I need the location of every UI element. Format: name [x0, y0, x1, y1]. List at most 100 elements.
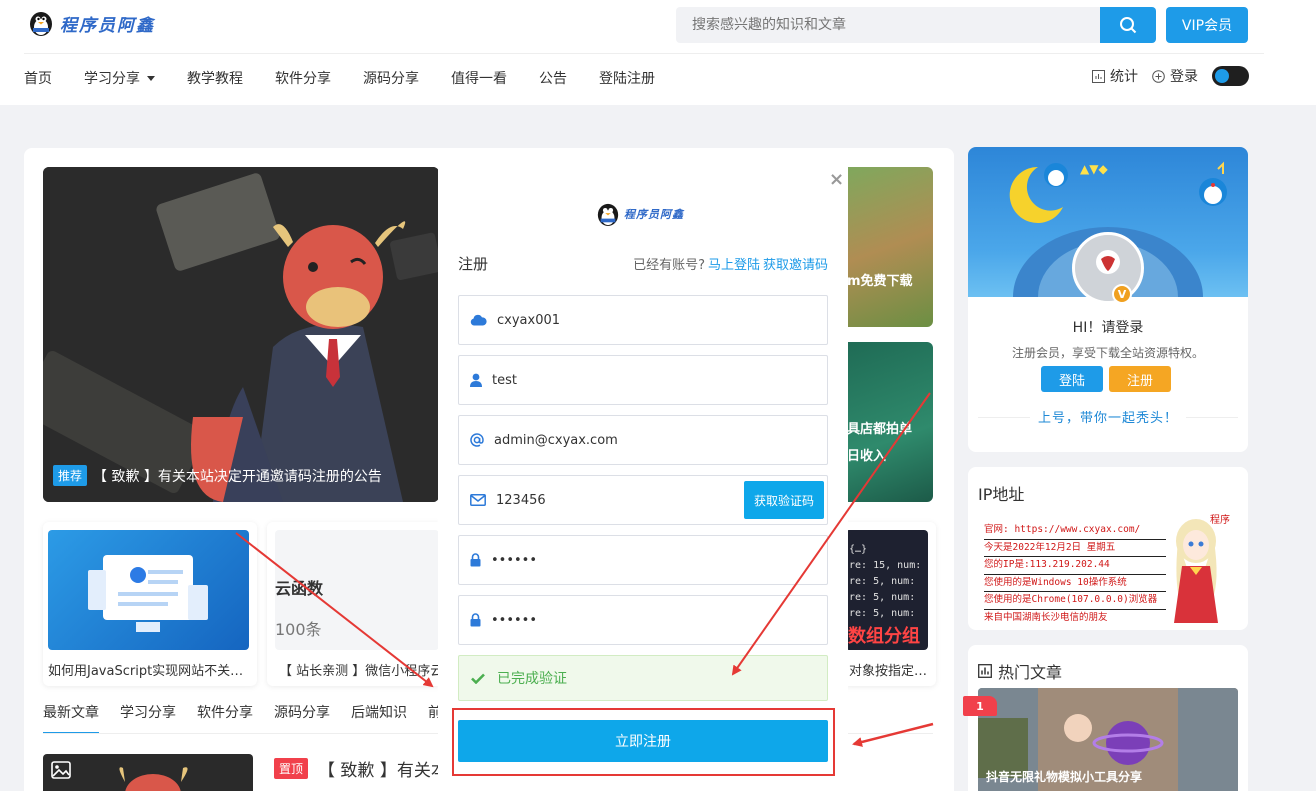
search-button[interactable] [1100, 7, 1156, 43]
pinned-tag: 置顶 [274, 758, 309, 779]
hot-article-caption: 抖音无限礼物模拟小工具分享 [986, 770, 1143, 784]
post-title-row[interactable]: 置顶 【 致歉 】有关本 [274, 756, 448, 781]
ip-line: 官网: https://www.cxyax.com/ [984, 522, 1166, 540]
invite-code-field[interactable] [458, 295, 828, 345]
hero-caption[interactable]: 推荐 【 致歉 】有关本站决定开通邀请码注册的公告 [53, 465, 382, 486]
login-now-link[interactable]: 马上登陆 [708, 258, 760, 273]
nav-item-worth[interactable]: 值得一看 [451, 68, 507, 88]
mini-post-3-img-text: 数组分组 [848, 626, 920, 647]
vip-badge: V [1112, 284, 1132, 304]
mini-post-2-img-line2: 100条 [275, 620, 322, 639]
email-input[interactable] [494, 432, 714, 448]
ip-line: 您的IP是:113.219.202.44 [984, 557, 1166, 575]
captcha-verified[interactable]: 已完成验证 [458, 655, 828, 701]
lock-icon [470, 613, 481, 627]
password-field[interactable] [458, 535, 828, 585]
invite-code-input[interactable] [497, 312, 717, 328]
stats-link[interactable]: 统计 [1092, 66, 1138, 86]
post-title: 【 致歉 】有关本 [318, 761, 448, 781]
at-icon [470, 433, 484, 447]
image-icon [51, 761, 71, 779]
login-subtitle: 注册会员，享受下载全站资源特权。 [1011, 346, 1204, 360]
vip-button[interactable]: VIP会员 [1166, 7, 1248, 43]
user-avatar[interactable] [1072, 232, 1144, 304]
slogan: 上号，带你一起秃头！ [968, 407, 1248, 426]
verify-code-field[interactable]: 获取验证码 [458, 475, 828, 525]
ip-card-title: IP地址 [978, 485, 1025, 504]
nav-label: 公告 [539, 71, 567, 87]
tab-latest[interactable]: 最新文章 [43, 702, 99, 734]
nav-item-tutorials[interactable]: 教学教程 [187, 68, 243, 88]
theme-toggle[interactable] [1212, 66, 1249, 86]
mini-post-card-3[interactable]: {…} re: 15, num: re: 5, num: re: 5, num:… [845, 522, 936, 686]
post-thumbnail[interactable] [43, 754, 253, 791]
nav-item-home[interactable]: 首页 [24, 68, 52, 88]
password-confirm-input[interactable] [491, 612, 711, 628]
tab-source[interactable]: 源码分享 [274, 702, 330, 734]
hot-rank-badge: 1 [963, 696, 997, 716]
side-banner-2[interactable]: 具店都拍单 日收入 [845, 342, 933, 502]
get-invite-link[interactable]: 获取邀请码 [763, 258, 828, 273]
login-link[interactable]: 登录 [1152, 66, 1198, 86]
anime-girl-illustration: 程序 [1168, 511, 1236, 623]
nav-item-login-register[interactable]: 登陆注册 [599, 68, 655, 88]
username-input[interactable] [492, 372, 712, 388]
side-banner-1[interactable]: m免费下载 [845, 167, 933, 327]
tab-backend[interactable]: 后端知识 [351, 702, 407, 734]
wordpress-monitor-illustration [88, 555, 208, 632]
checkmark-icon [471, 673, 485, 684]
nav-item-learning[interactable]: 学习分享 [84, 68, 155, 88]
nav-item-source[interactable]: 源码分享 [363, 68, 419, 88]
password-confirm-field[interactable] [458, 595, 828, 645]
side-banner-2-line1: 具店都拍单 [847, 422, 913, 437]
hero-illustration [43, 167, 439, 502]
nav-label: 学习分享 [84, 71, 140, 87]
modal-links: 已经有账号? 马上登陆 获取邀请码 [633, 254, 828, 273]
register-modal: × 程序员阿鑫 注册 已经有账号?马上登陆获取邀请码 获取验证码 [438, 155, 848, 791]
chart-icon [1092, 69, 1105, 83]
profile-login-button[interactable]: 登陆 [1041, 366, 1103, 392]
ip-info-lines: 官网: https://www.cxyax.com/ 今天是2022年12月2日… [984, 522, 1166, 627]
has-account-text: 已经有账号? [633, 258, 705, 273]
login-label: 登录 [1170, 69, 1198, 85]
cloud-icon [470, 314, 487, 326]
slogan-text: 上号，带你一起秃头！ [1029, 411, 1186, 426]
get-code-button[interactable]: 获取验证码 [744, 481, 824, 519]
verify-code-input[interactable] [496, 492, 716, 508]
mini-post-image-2: 云函数 100条 [275, 530, 439, 650]
ip-line: 您使用的是Windows 10操作系统 [984, 575, 1166, 592]
email-field[interactable] [458, 415, 828, 465]
mini-post-card-2[interactable]: 云函数 100条 【 站长亲测 】微信小程序云开 [267, 522, 439, 686]
close-icon[interactable]: × [829, 169, 844, 190]
header-divider [24, 53, 1264, 54]
search-input[interactable] [676, 7, 1100, 43]
plus-circle-icon [1152, 69, 1165, 83]
hero-slider[interactable]: 推荐 【 致歉 】有关本站决定开通邀请码注册的公告 [43, 167, 439, 502]
ip-side-text: 程序 [1210, 515, 1230, 526]
lock-icon [470, 553, 481, 567]
modal-logo-text: 程序员阿鑫 [624, 208, 684, 221]
anime-girl-drawing [1174, 519, 1218, 623]
tab-learning[interactable]: 学习分享 [120, 702, 176, 734]
mini-post-title-1: 如何用JavaScript实现网站不关… [48, 664, 244, 679]
main-nav: 首页 学习分享 教学教程 软件分享 源码分享 值得一看 公告 登陆注册 [24, 66, 687, 90]
hot-article-image[interactable]: 抖音无限礼物模拟小工具分享 [978, 688, 1238, 791]
username-field[interactable] [458, 355, 828, 405]
ip-card: IP地址 官网: https://www.cxyax.com/ 今天是2022年… [968, 467, 1248, 630]
logo-text: 程序员阿鑫 [60, 15, 155, 36]
hot-card-title: 热门文章 [978, 659, 1062, 683]
mini-post-card-1[interactable]: 如何用JavaScript实现网站不关… [43, 522, 257, 686]
login-greeting: HI！请登录 [1072, 320, 1144, 336]
password-input[interactable] [491, 552, 711, 568]
nav-item-software[interactable]: 软件分享 [275, 68, 331, 88]
profile-card: ▲▼◆ V HI！请登录 注册会员，享受下载全站资源特权。 登陆 注册 上号，带… [968, 147, 1248, 452]
nav-label: 登陆注册 [599, 71, 655, 87]
nav-item-notice[interactable]: 公告 [539, 68, 567, 88]
side-banner-1-text: m免费下载 [847, 274, 913, 289]
profile-register-button[interactable]: 注册 [1109, 366, 1171, 392]
nav-label: 值得一看 [451, 71, 507, 87]
nav-label: 首页 [24, 71, 52, 87]
annotation-highlight-box [452, 708, 835, 776]
site-logo[interactable]: 程序员阿鑫 [28, 9, 155, 37]
tab-software[interactable]: 软件分享 [197, 702, 253, 734]
